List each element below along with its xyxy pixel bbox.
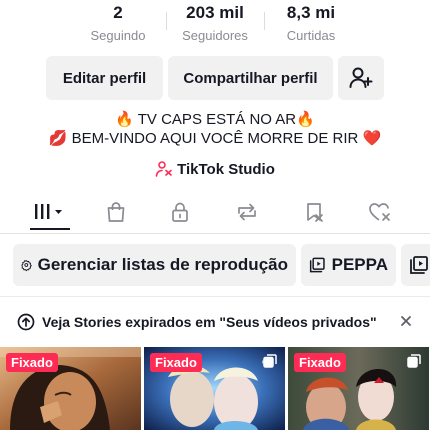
- bio-line-2: 💋 BEM-VINDO AQUI VOCÊ MORRE DE RIR ❤️: [48, 130, 382, 147]
- tab-shop[interactable]: [96, 196, 136, 228]
- playlist-next[interactable]: [401, 244, 430, 286]
- favorites-icon: [307, 203, 323, 222]
- playlist-peppa[interactable]: PEPPA: [301, 244, 396, 286]
- pinned-badge: Fixado: [294, 353, 346, 372]
- profile-tabs: [0, 196, 430, 232]
- liked-heart-icon: [369, 203, 390, 221]
- multi-image-icon: [407, 354, 421, 368]
- upload-circle-icon: [17, 313, 35, 331]
- playlist-icon: [309, 257, 325, 273]
- likes-count: 8,3 mi: [286, 3, 336, 22]
- profile-stats: 2 Seguindo 203 mil Seguidores 8,3 mi Cur…: [0, 0, 430, 48]
- manage-playlists-button[interactable]: Gerenciar listas de reprodução: [13, 244, 296, 286]
- share-profile-button[interactable]: Compartilhar perfil: [168, 56, 333, 100]
- video-thumbnail[interactable]: Fixado: [144, 347, 285, 430]
- likes-label: Curtidas: [286, 28, 336, 43]
- edit-profile-button[interactable]: Editar perfil: [46, 56, 163, 100]
- gear-icon: [21, 260, 32, 272]
- banner-text: Veja Stories expirados em "Seus vídeos p…: [42, 314, 377, 330]
- add-friends-button[interactable]: [338, 56, 384, 100]
- tab-videos[interactable]: [30, 196, 70, 228]
- tab-favorites[interactable]: [294, 196, 334, 228]
- shop-bag-icon: [107, 202, 125, 222]
- tab-liked[interactable]: [360, 196, 400, 228]
- tiktok-studio-label: TikTok Studio: [177, 160, 275, 178]
- playlist-icon: [410, 256, 428, 274]
- playlist-label: PEPPA: [331, 255, 388, 274]
- followers-count: 203 mil: [186, 3, 244, 22]
- pinned-badge: Fixado: [6, 353, 58, 372]
- lock-icon: [172, 202, 188, 222]
- repost-icon: [238, 203, 256, 221]
- following-label: Seguindo: [90, 28, 146, 43]
- following-stat[interactable]: 2 Seguindo: [68, 0, 168, 45]
- tiktok-studio-link[interactable]: TikTok Studio: [0, 160, 430, 178]
- studio-person-icon: [155, 161, 172, 177]
- tabs-divider: [0, 233, 430, 234]
- active-tab-indicator: [30, 228, 70, 230]
- tab-private[interactable]: [160, 196, 200, 228]
- video-thumbnail[interactable]: Fixado: [288, 347, 429, 430]
- person-plus-icon: [349, 67, 373, 88]
- manage-playlists-label: Gerenciar listas de reprodução: [37, 255, 288, 274]
- pinned-badge: Fixado: [150, 353, 202, 372]
- followers-label: Seguidores: [182, 28, 248, 43]
- close-icon[interactable]: [398, 313, 414, 329]
- banner-divider: [0, 296, 430, 297]
- multi-image-icon: [263, 354, 277, 368]
- tab-reposts[interactable]: [227, 196, 267, 228]
- expired-stories-banner[interactable]: Veja Stories expirados em "Seus vídeos p…: [0, 306, 430, 338]
- bio-line-1: 🔥 TV CAPS ESTÁ NO AR🔥: [115, 111, 315, 128]
- followers-stat[interactable]: 203 mil Seguidores: [165, 0, 265, 45]
- likes-stat[interactable]: 8,3 mi Curtidas: [261, 0, 361, 45]
- following-count: 2: [113, 3, 123, 22]
- videos-grid-icon: [35, 204, 62, 219]
- video-thumbnail[interactable]: Fixado: [0, 347, 141, 430]
